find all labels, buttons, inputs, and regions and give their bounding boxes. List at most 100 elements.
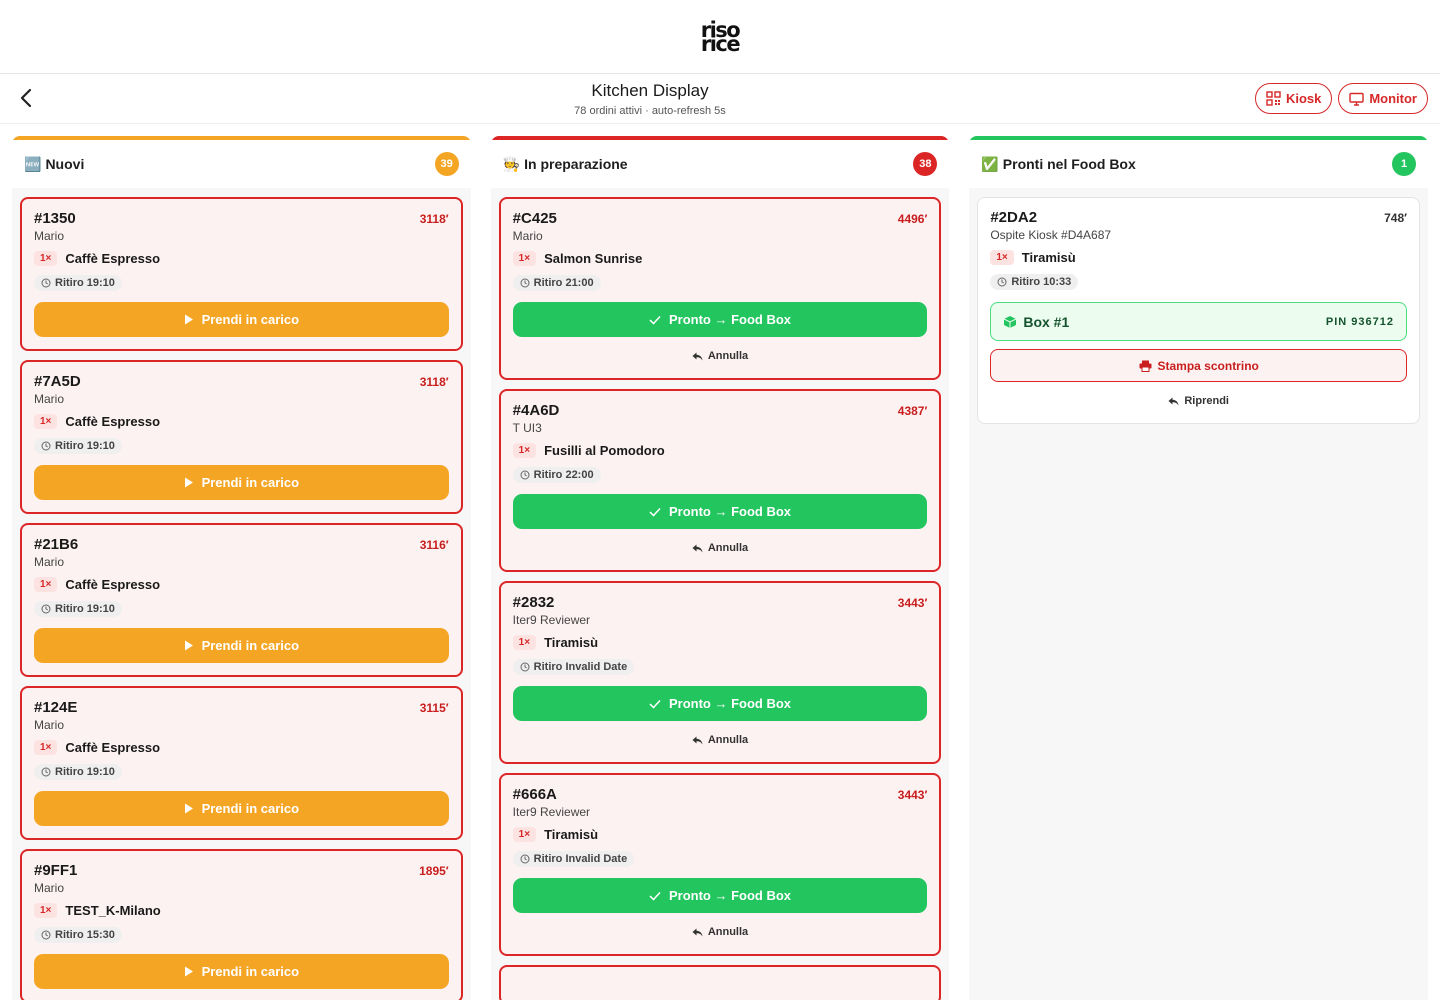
item-quantity: 1×	[34, 740, 58, 755]
order-card: #9FF1 1895′ Mario 1× TEST_K-Milano Ritiro …	[20, 849, 463, 1000]
order-id: #2832	[512, 594, 555, 611]
order-item: 1× Tiramisù	[990, 250, 1407, 265]
order-item: 1× Caffè Espresso	[34, 251, 449, 266]
undo-icon	[692, 544, 703, 553]
item-quantity: 1×	[512, 635, 537, 650]
order-id: #21B6	[34, 536, 79, 553]
play-icon	[184, 640, 194, 651]
brand-logo-line2: rice	[700, 31, 741, 56]
box-number: Box #1	[1023, 313, 1070, 330]
print-receipt-button[interactable]: Stampa scontrino	[990, 349, 1408, 382]
pickup-time-label: Ritiro 19:10	[55, 766, 115, 778]
brand-bar: riso rice	[0, 0, 1440, 74]
pickup-time: Ritiro 19:10	[34, 601, 122, 617]
order-customer: Mario	[34, 229, 65, 243]
column-ready: ✅ Pronti nel Food Box 1 #2DA2 748′ Ospite…	[969, 136, 1429, 1000]
take-order-button[interactable]: Prendi in carico	[34, 791, 449, 826]
take-order-button[interactable]: Prendi in carico	[34, 465, 449, 500]
item-name: Caffè Espresso	[65, 251, 161, 266]
resume-button[interactable]: Riprendi	[990, 391, 1407, 411]
order-card: #2832 3443′ Iter9 Reviewer 1× Tiramisù Rit…	[498, 581, 942, 764]
pickup-time: Ritiro Invalid Date	[512, 659, 635, 675]
pickup-time-label: Ritiro 19:10	[55, 277, 115, 289]
order-card-partial	[498, 965, 942, 1000]
chevron-left-icon	[19, 88, 33, 108]
column-ready-header: ✅ Pronti nel Food Box 1	[969, 140, 1429, 188]
order-customer: Iter9 Reviewer	[512, 805, 591, 819]
item-quantity: 1×	[512, 827, 537, 842]
undo-icon	[692, 928, 703, 937]
column-new-title: Nuovi	[45, 156, 85, 172]
qr-code-icon	[1266, 91, 1281, 106]
column-prep-count: 38	[913, 152, 938, 176]
column-new-count: 39	[434, 152, 459, 176]
kiosk-button[interactable]: Kiosk	[1254, 83, 1333, 114]
cancel-button[interactable]: Annulla	[513, 922, 928, 942]
order-item: 1× TEST_K-Milano	[34, 903, 449, 918]
order-id: #1350	[34, 210, 76, 227]
monitor-button[interactable]: Monitor	[1338, 83, 1428, 114]
play-icon	[184, 966, 194, 977]
order-item: 1× Fusilli al Pomodoro	[512, 443, 928, 458]
check-icon	[649, 507, 661, 517]
pickup-time-label: Ritiro Invalid Date	[533, 661, 628, 673]
order-age: 3443′	[897, 596, 928, 610]
order-customer: T UI3	[512, 421, 542, 435]
undo-icon	[1168, 397, 1179, 406]
order-customer: Mario	[512, 229, 543, 243]
order-age: 4496′	[897, 212, 928, 226]
item-quantity: 1×	[512, 443, 537, 458]
pickup-time: Ritiro 19:10	[34, 438, 122, 454]
clock-icon	[520, 470, 530, 480]
take-order-label: Prendi in carico	[201, 801, 300, 816]
play-icon	[184, 803, 194, 814]
clock-icon	[997, 277, 1007, 287]
pickup-time: Ritiro 21:00	[512, 275, 601, 291]
order-item: 1× Caffè Espresso	[34, 740, 449, 755]
item-name: Caffè Espresso	[65, 414, 161, 429]
order-customer: Mario	[34, 392, 65, 406]
order-customer: Ospite Kiosk #D4A687	[990, 228, 1112, 242]
food-box-assignment: Box #1 PIN 936712	[990, 302, 1408, 341]
resume-label: Riprendi	[1184, 395, 1229, 407]
check-icon	[649, 699, 661, 709]
clock-icon	[41, 930, 51, 940]
order-customer: Mario	[34, 881, 65, 895]
column-in-preparation: 🧑‍🍳 In preparazione 38 #C425 4496′ Mario …	[490, 136, 950, 1000]
item-quantity: 1×	[34, 251, 58, 266]
order-id: #7A5D	[34, 373, 81, 390]
item-name: TEST_K-Milano	[65, 903, 161, 918]
ready-food-box-label: Pronto → Food Box	[668, 888, 792, 903]
ready-food-box-button[interactable]: Pronto → Food Box	[512, 302, 928, 337]
clock-icon	[520, 854, 530, 864]
item-name: Tiramisù	[544, 635, 599, 650]
item-quantity: 1×	[512, 251, 537, 266]
take-order-button[interactable]: Prendi in carico	[34, 954, 449, 989]
column-new: 🆕 Nuovi 39 #1350 3118′ Mario 1× Caffè Espr…	[12, 136, 471, 1000]
column-prep-cards: #C425 4496′ Mario 1× Salmon Sunrise Ritiro…	[491, 188, 950, 1000]
cancel-button[interactable]: Annulla	[513, 730, 928, 750]
item-name: Tiramisù	[1021, 250, 1076, 265]
ready-food-box-button[interactable]: Pronto → Food Box	[512, 878, 928, 913]
order-age: 1895′	[419, 864, 449, 878]
take-order-button[interactable]: Prendi in carico	[34, 628, 449, 663]
ready-food-box-button[interactable]: Pronto → Food Box	[512, 494, 928, 529]
cook-icon: 🧑‍🍳	[502, 155, 521, 172]
kanban-board: 🆕 Nuovi 39 #1350 3118′ Mario 1× Caffè Espr…	[0, 124, 1440, 1000]
take-order-button[interactable]: Prendi in carico	[34, 302, 449, 337]
item-name: Tiramisù	[544, 827, 599, 842]
back-button[interactable]	[14, 86, 38, 110]
undo-icon	[692, 736, 703, 745]
take-order-label: Prendi in carico	[201, 312, 300, 327]
cancel-button[interactable]: Annulla	[513, 346, 928, 366]
order-item: 1× Tiramisù	[512, 827, 928, 842]
cancel-button[interactable]: Annulla	[513, 538, 928, 558]
cancel-label: Annulla	[707, 542, 749, 554]
page-header: Kitchen Display 78 ordini attivi · auto-…	[0, 74, 1440, 124]
order-age: 3118′	[419, 375, 449, 389]
order-customer: Iter9 Reviewer	[512, 613, 591, 627]
kiosk-button-label: Kiosk	[1285, 91, 1322, 106]
ready-food-box-button[interactable]: Pronto → Food Box	[512, 686, 928, 721]
order-card: #7A5D 3118′ Mario 1× Caffè Espresso Ritiro…	[20, 360, 463, 514]
page-subtitle: 78 ordini attivi · auto-refresh 5s	[574, 104, 726, 117]
